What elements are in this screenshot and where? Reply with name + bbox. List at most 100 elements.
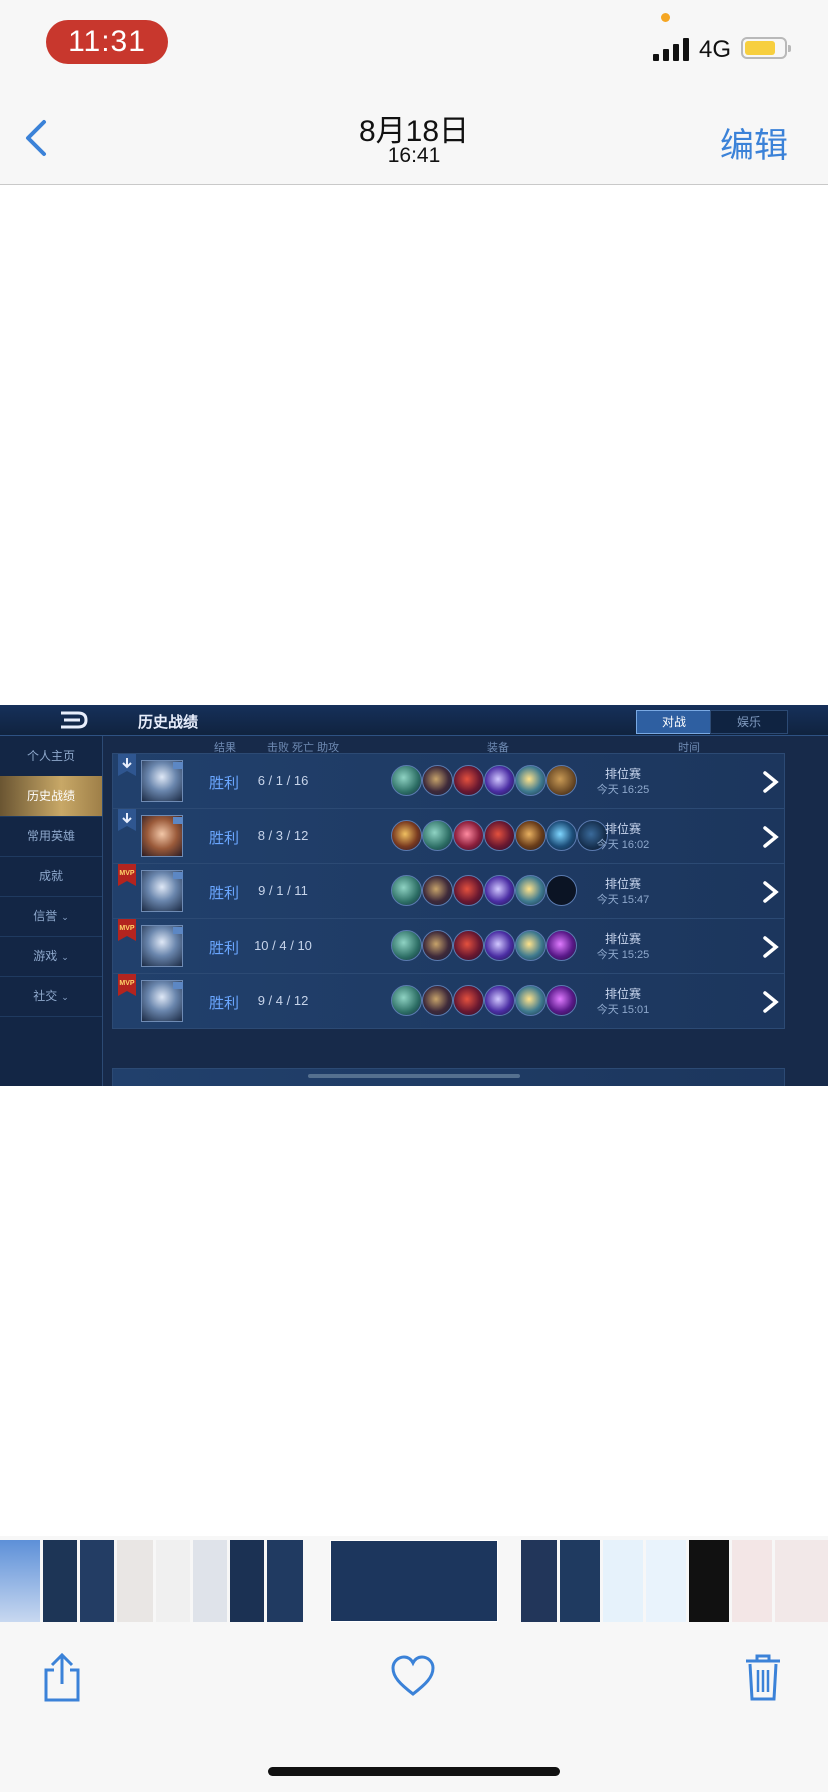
avatar-tag-icon (173, 872, 183, 879)
tab-battle: 对战 (636, 710, 712, 734)
match-mode: 排位赛 (604, 932, 641, 946)
equipment-item-icon (422, 820, 453, 851)
thumbnail-strip[interactable] (0, 1536, 828, 1624)
chevron-down-icon: ⌄ (61, 992, 69, 1002)
chevron-right-icon[interactable] (761, 880, 781, 904)
thumbnail[interactable] (156, 1540, 190, 1622)
thumbnail[interactable] (43, 1540, 77, 1622)
thumbnail[interactable] (689, 1540, 729, 1622)
equipment-item-icon (453, 875, 484, 906)
tab-entertainment: 娱乐 (710, 710, 788, 734)
match-kda: 9 / 4 / 12 (257, 993, 309, 1008)
equipment-item-icon (453, 985, 484, 1016)
heart-icon[interactable] (390, 1654, 436, 1698)
thumbnail[interactable] (603, 1540, 643, 1622)
equipment-item-icon (515, 985, 546, 1016)
equipment-item-icon (391, 820, 422, 851)
svg-text:MVP: MVP (119, 980, 135, 987)
equipment-item-icon (422, 765, 453, 796)
sidebar-item-social: 社交 ⌄ (0, 976, 102, 1017)
thumbnail[interactable] (732, 1540, 772, 1622)
chevron-right-icon[interactable] (761, 990, 781, 1014)
chevron-right-icon[interactable] (761, 770, 781, 794)
equipment-item-icon (515, 930, 546, 961)
thumbnail[interactable] (230, 1540, 264, 1622)
sidebar-item-profile: 个人主页 (0, 736, 102, 777)
thumbnail[interactable] (646, 1540, 686, 1622)
chevron-right-icon[interactable] (761, 935, 781, 959)
status-bar: 11:31 4G (0, 0, 828, 92)
equipment-item-icon (515, 820, 546, 851)
thumbnail[interactable] (193, 1540, 227, 1622)
thumbnail[interactable] (775, 1540, 828, 1622)
home-indicator (268, 1767, 560, 1776)
match-row[interactable]: MVP 胜利 9 / 1 / 11 排位赛 今天 15:47 (112, 863, 785, 919)
avatar-tag-icon (173, 762, 183, 769)
sidebar-item-heroes: 常用英雄 (0, 816, 102, 857)
network-type: 4G (699, 36, 732, 63)
rank-down-badge-icon (118, 754, 136, 776)
match-mode: 排位赛 (604, 877, 641, 891)
equipment-item-icon (484, 765, 515, 796)
svg-text:MVP: MVP (119, 925, 135, 932)
avatar-tag-icon (173, 817, 183, 824)
match-row[interactable]: 胜利 6 / 1 / 16 排位赛 今天 16:25 (112, 753, 785, 809)
photo-time: 16:41 (387, 144, 441, 167)
equipment-item-icon (484, 930, 515, 961)
game-sidebar: 个人主页 历史战绩 常用英雄 成就 信誉 ⌄ 游戏 ⌄ 社交 ⌄ (0, 736, 103, 1086)
equipment-item-icon (484, 875, 515, 906)
match-mode: 排位赛 (604, 767, 641, 781)
thumbnail[interactable] (80, 1540, 114, 1622)
mvp-badge-icon: MVP (118, 864, 136, 886)
equipment-item-icon (484, 985, 515, 1016)
thumbnail[interactable] (267, 1540, 303, 1622)
game-page-title: 历史战绩 (138, 714, 199, 731)
privacy-indicator-dot (661, 13, 670, 22)
thumbnail[interactable] (117, 1540, 153, 1622)
svg-text:MVP: MVP (119, 870, 135, 877)
match-time: 今天 15:47 (596, 894, 650, 906)
game-screenshot[interactable]: 历史战绩 对战 娱乐 个人主页 历史战绩 常用英雄 成就 信誉 ⌄ 游戏 ⌄ 社交 ⌄… (0, 705, 828, 1086)
match-time: 今天 16:25 (596, 784, 650, 796)
mvp-badge-icon: MVP (118, 974, 136, 996)
chevron-down-icon: ⌄ (61, 912, 69, 922)
nav-bar: 8月18日 16:41 编辑 (0, 92, 828, 185)
chevron-down-icon: ⌄ (61, 952, 69, 962)
cellular-signal-icon (653, 38, 691, 61)
equipment-item-icon (391, 985, 422, 1016)
sidebar-item-credit: 信誉 ⌄ (0, 896, 102, 937)
share-icon[interactable] (40, 1652, 84, 1704)
sidebar-item-achievements: 成就 (0, 856, 102, 897)
edit-button[interactable]: 编辑 (720, 118, 788, 167)
equipment-item-icon (422, 875, 453, 906)
match-mode: 排位赛 (604, 987, 641, 1001)
thumbnail-current[interactable] (330, 1540, 498, 1622)
equipment-item-icon (422, 985, 453, 1016)
thumbnail[interactable] (0, 1540, 40, 1622)
match-row[interactable]: MVP 胜利 10 / 4 / 10 排位赛 今天 15:25 (112, 918, 785, 974)
game-header: 历史战绩 对战 娱乐 (0, 705, 828, 736)
mvp-badge-icon: MVP (118, 919, 136, 941)
sidebar-item-game: 游戏 ⌄ (0, 936, 102, 977)
trash-icon[interactable] (742, 1652, 784, 1702)
equipment-item-icon (453, 765, 484, 796)
match-row[interactable]: MVP 胜利 9 / 4 / 12 排位赛 今天 15:01 (112, 973, 785, 1029)
equipment-item-icon (515, 765, 546, 796)
match-time: 今天 15:01 (596, 1004, 650, 1016)
rank-down-badge-icon (118, 809, 136, 831)
status-time[interactable]: 11:31 (46, 20, 168, 64)
match-row[interactable]: 胜利 8 / 3 / 12 排位赛 今天 16:02 (112, 808, 785, 864)
equipment-item-icon (484, 820, 515, 851)
chevron-right-icon[interactable] (761, 825, 781, 849)
match-kda: 9 / 1 / 11 (258, 883, 308, 898)
sidebar-item-history: 历史战绩 (0, 776, 102, 817)
thumbnail[interactable] (560, 1540, 600, 1622)
match-time: 今天 16:02 (596, 839, 650, 851)
equipment-item-icon (391, 930, 422, 961)
avatar-tag-icon (173, 982, 183, 989)
equipment-item-icon (422, 930, 453, 961)
match-mode: 排位赛 (604, 822, 641, 836)
thumbnail[interactable] (521, 1540, 557, 1622)
match-time: 今天 15:25 (596, 949, 650, 961)
equipment-item-icon (453, 930, 484, 961)
